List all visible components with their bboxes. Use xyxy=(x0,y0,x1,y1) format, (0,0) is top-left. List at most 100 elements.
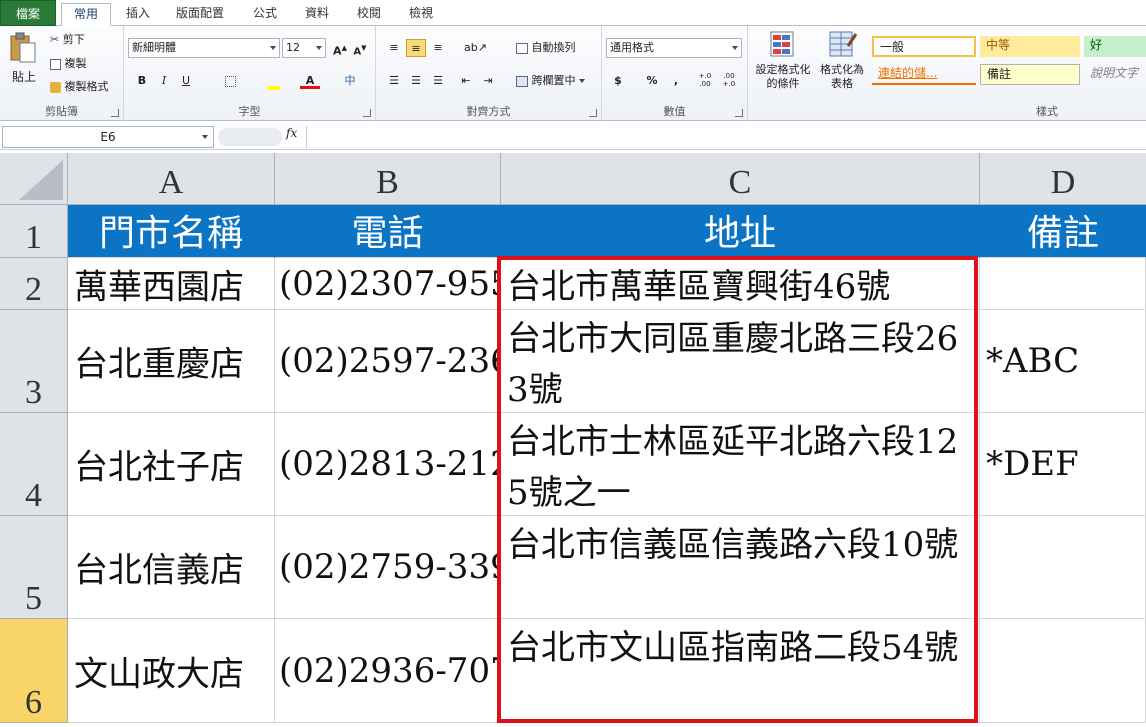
tab-insert[interactable]: 插入 xyxy=(118,3,158,26)
spreadsheet-grid: A B C D 1 2 3 4 5 6 門市名稱 電話 地址 備註 萬華西園店 … xyxy=(0,153,1146,727)
tab-formulas[interactable]: 公式 xyxy=(245,3,285,26)
column-header-a[interactable]: A xyxy=(68,153,275,205)
tab-data[interactable]: 資料 xyxy=(297,3,337,26)
align-top-icon[interactable]: ≡ xyxy=(384,39,404,57)
percent-button[interactable]: % xyxy=(642,72,662,90)
font-launcher-icon[interactable] xyxy=(363,109,371,117)
cell-note[interactable]: *DEF xyxy=(980,413,1146,516)
row-header-5[interactable]: 5 xyxy=(0,516,68,619)
currency-button[interactable]: $ xyxy=(608,72,628,90)
cell-phone[interactable]: (02)2759-3399 xyxy=(275,516,501,619)
column-header-b[interactable]: B xyxy=(275,153,501,205)
alignment-launcher-icon[interactable] xyxy=(589,109,597,117)
formula-bar-divider[interactable] xyxy=(218,128,282,146)
number-launcher-icon[interactable] xyxy=(735,109,743,117)
row-header-1[interactable]: 1 xyxy=(0,205,68,258)
cell-text: 台北市文山區指南路二段54號 xyxy=(507,628,959,668)
number-format-value: 通用格式 xyxy=(610,41,654,54)
tab-page-layout[interactable]: 版面配置 xyxy=(168,3,232,26)
shrink-font-icon[interactable]: A▼ xyxy=(350,39,370,57)
header-cell-note[interactable]: 備註 xyxy=(980,205,1146,258)
name-box[interactable]: E6 xyxy=(2,126,214,148)
align-center-icon[interactable]: ☰ xyxy=(406,72,426,90)
style-neutral[interactable]: 中等 xyxy=(980,36,1080,57)
increase-indent-icon[interactable]: ⇥ xyxy=(478,72,498,90)
cell-address[interactable]: 台北市大同區重慶北路三段263號 xyxy=(501,310,980,413)
column-header-c[interactable]: C xyxy=(501,153,980,205)
conditional-formatting-line2: 的條件 xyxy=(766,77,800,90)
font-color-button[interactable]: A xyxy=(300,72,320,89)
underline-button[interactable]: U xyxy=(176,72,196,90)
formula-input[interactable] xyxy=(306,126,1144,148)
style-linked-cell[interactable]: 連結的儲... xyxy=(872,64,976,85)
cell-phone[interactable]: (02)2936-7078 xyxy=(275,619,501,723)
cut-button[interactable]: ✂ 剪下 xyxy=(50,33,85,47)
style-explanatory[interactable]: 說明文字 xyxy=(1084,64,1146,85)
cell-address[interactable]: 台北市信義區信義路六段10號 xyxy=(501,516,980,619)
conditional-formatting-line1: 設定格式化 xyxy=(755,63,811,76)
header-cell-store-name[interactable]: 門市名稱 xyxy=(68,205,275,258)
header-cell-phone[interactable]: 電話 xyxy=(275,205,501,258)
header-cell-address[interactable]: 地址 xyxy=(501,205,980,258)
comma-button[interactable]: , xyxy=(666,72,686,90)
row-header-2[interactable]: 2 xyxy=(0,258,68,310)
tab-review[interactable]: 校閱 xyxy=(349,3,389,26)
cell-address[interactable]: 台北市士林區延平北路六段125號之一 xyxy=(501,413,980,516)
align-bottom-icon[interactable]: ≡ xyxy=(428,39,448,57)
cell-phone[interactable]: (02)2813-2128 xyxy=(275,413,501,516)
merge-center-button[interactable]: 跨欄置中 xyxy=(516,74,585,88)
copy-button[interactable]: 複製 xyxy=(50,57,87,71)
style-note[interactable]: 備註 xyxy=(980,64,1080,85)
style-normal[interactable]: 一般 xyxy=(872,36,976,57)
cell-store-name[interactable]: 文山政大店 xyxy=(68,619,275,723)
align-middle-icon[interactable]: ≡ xyxy=(406,39,426,57)
row-header-3[interactable]: 3 xyxy=(0,310,68,413)
cell-store-name[interactable]: 萬華西園店 xyxy=(68,258,275,310)
cell-phone[interactable]: (02)2597-2368 xyxy=(275,310,501,413)
font-size-select[interactable]: 12 xyxy=(282,38,326,58)
tab-file[interactable]: 檔案 xyxy=(0,0,56,26)
grow-font-icon[interactable]: A▲ xyxy=(330,39,350,58)
align-left-icon[interactable]: ☰ xyxy=(384,72,404,90)
wrap-text-icon xyxy=(516,42,528,54)
format-as-table-button[interactable]: 格式化為 表格 xyxy=(816,30,868,100)
cell-address[interactable]: 台北市萬華區寶興街46號 xyxy=(501,258,980,310)
tab-home[interactable]: 常用 xyxy=(61,3,111,26)
row-number: 2 xyxy=(25,271,42,308)
tab-view[interactable]: 檢視 xyxy=(401,3,441,26)
cell-address[interactable]: 台北市文山區指南路二段54號 xyxy=(501,619,980,723)
cell-note[interactable] xyxy=(980,258,1146,310)
cell-store-name[interactable]: 台北信義店 xyxy=(68,516,275,619)
cell-text: 台北市信義區信義路六段10號 xyxy=(507,525,959,565)
alignment-group-label: 對齊方式 xyxy=(466,105,511,118)
phonetic-icon[interactable]: 中 xyxy=(340,72,360,90)
orientation-icon[interactable]: ab↗ xyxy=(464,39,487,57)
insert-function-icon[interactable]: fx xyxy=(286,126,297,140)
decrease-indent-icon[interactable]: ⇤ xyxy=(456,72,476,90)
wrap-text-button[interactable]: 自動換列 xyxy=(516,41,576,55)
font-name-select[interactable]: 新細明體 xyxy=(128,38,280,58)
cell-note[interactable] xyxy=(980,516,1146,619)
number-format-select[interactable]: 通用格式 xyxy=(606,38,742,58)
increase-decimal-button[interactable]: +.0 .00 xyxy=(694,72,716,90)
fill-color-icon[interactable] xyxy=(264,72,284,90)
style-good[interactable]: 好 xyxy=(1084,36,1146,57)
cell-phone[interactable]: (02)2307-9559 xyxy=(275,258,501,310)
paste-button[interactable]: 貼上 xyxy=(6,32,40,92)
clipboard-launcher-icon[interactable] xyxy=(111,109,119,117)
borders-icon[interactable] xyxy=(220,72,240,90)
conditional-formatting-button[interactable]: 設定格式化 的條件 xyxy=(752,30,814,100)
format-painter-button[interactable]: 複製格式 xyxy=(50,80,109,94)
row-header-6[interactable]: 6 xyxy=(0,619,68,723)
align-right-icon[interactable]: ☰ xyxy=(428,72,448,90)
cell-store-name[interactable]: 台北社子店 xyxy=(68,413,275,516)
cell-note[interactable]: *ABC xyxy=(980,310,1146,413)
select-all-button[interactable] xyxy=(0,153,68,205)
decrease-decimal-button[interactable]: .00 +.0 xyxy=(718,72,740,90)
column-header-d[interactable]: D xyxy=(980,153,1146,205)
cell-note[interactable] xyxy=(980,619,1146,723)
italic-button[interactable]: I xyxy=(154,72,174,90)
bold-button[interactable]: B xyxy=(132,72,152,90)
cell-store-name[interactable]: 台北重慶店 xyxy=(68,310,275,413)
row-header-4[interactable]: 4 xyxy=(0,413,68,516)
